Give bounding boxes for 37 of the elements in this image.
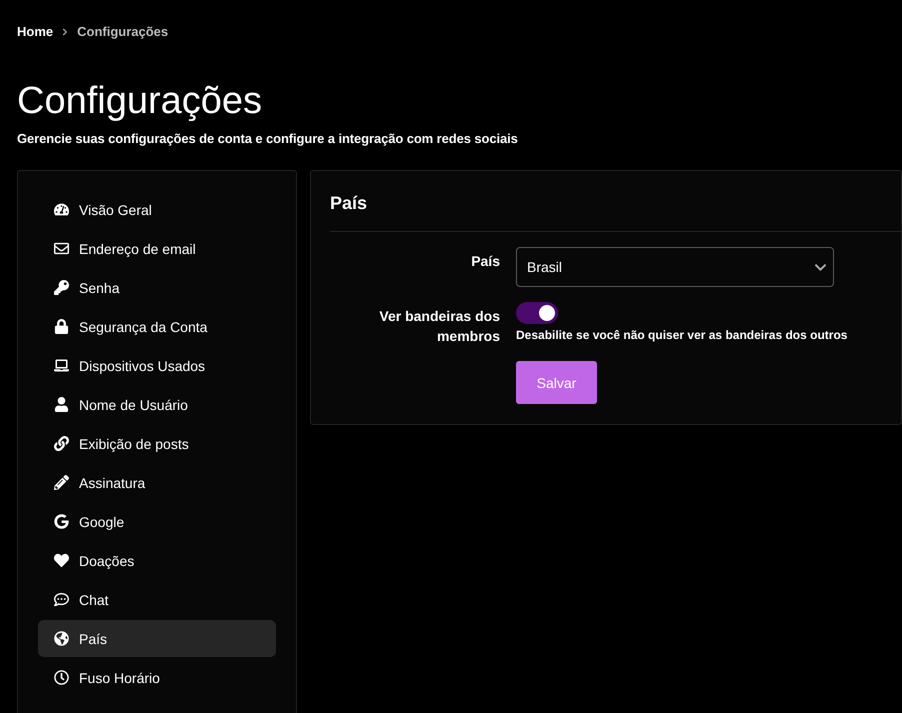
sidebar-item[interactable]: País bbox=[38, 620, 276, 657]
gauge-icon bbox=[54, 202, 69, 217]
lock-icon bbox=[54, 319, 69, 334]
envelope-icon bbox=[54, 241, 69, 256]
toggle-switch[interactable] bbox=[516, 302, 558, 324]
sidebar-item[interactable]: Fuso Horário bbox=[38, 659, 276, 696]
country-select[interactable]: Brasil bbox=[516, 247, 834, 287]
sidebar-item[interactable]: Assinatura bbox=[38, 464, 276, 501]
field-label: Ver bandeiras dos membros bbox=[378, 307, 500, 346]
sidebar-item[interactable]: Senha bbox=[38, 269, 276, 306]
sidebar-item[interactable]: Nome de Usuário bbox=[38, 386, 276, 423]
globe-icon bbox=[54, 631, 69, 646]
google-icon bbox=[54, 514, 69, 529]
sidebar-item[interactable]: Doações bbox=[38, 542, 276, 579]
pencil-icon bbox=[54, 475, 69, 490]
page-subtitle: Gerencie suas configurações de conta e configure a integração com redes sociais bbox=[17, 131, 519, 146]
sidebar-item[interactable]: Exibição de posts bbox=[38, 425, 276, 462]
sidebar-item[interactable]: Segurança da Conta bbox=[38, 308, 276, 345]
heart-icon bbox=[54, 553, 69, 568]
user-icon bbox=[54, 397, 69, 412]
panel-title: País bbox=[330, 171, 901, 232]
field-hint: Desabilite se você não quiser ver as bandeiras dos outros bbox=[516, 328, 848, 342]
key-icon bbox=[54, 280, 69, 295]
breadcrumb-link[interactable]: Home bbox=[17, 24, 54, 39]
laptop-icon bbox=[54, 358, 69, 373]
chat-bubble-icon bbox=[54, 592, 69, 607]
link-icon bbox=[54, 436, 69, 451]
sidebar-item[interactable]: Dispositivos Usados bbox=[38, 347, 276, 384]
sidebar-item[interactable]: Google bbox=[38, 503, 276, 540]
breadcrumb-link[interactable]: Configurações bbox=[77, 24, 168, 39]
clock-icon bbox=[54, 670, 69, 685]
page-title: Configurações bbox=[17, 79, 264, 123]
sidebar-item[interactable]: Endereço de email bbox=[38, 230, 276, 267]
sidebar-item[interactable]: Visão Geral bbox=[38, 191, 276, 228]
sidebar-item[interactable]: Chat bbox=[38, 581, 276, 618]
chevron-icon bbox=[61, 28, 70, 36]
field-label: País bbox=[470, 252, 500, 271]
